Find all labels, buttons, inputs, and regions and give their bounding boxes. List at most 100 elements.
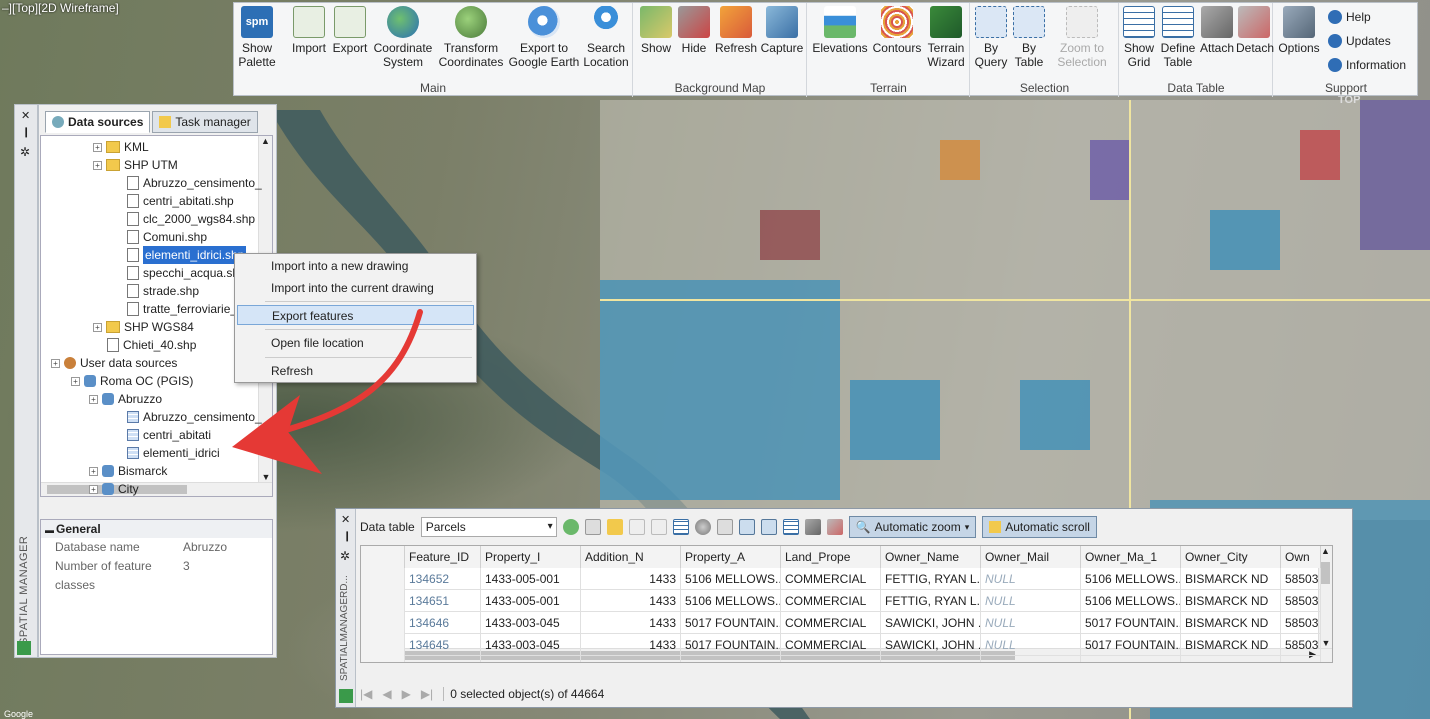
table-row[interactable]: 1346401433-004-00514335013 FOUNTAIN...RE… [361,656,1321,662]
viewport-label[interactable]: –][Top][2D Wireframe] [2,1,119,15]
options-button[interactable]: Options [1276,6,1322,55]
gear-icon[interactable]: ✲ [20,145,30,159]
first-record-icon[interactable]: |◀ [360,687,372,701]
import-button[interactable]: Import [290,6,328,55]
show-palette-button[interactable]: spm Show Palette [238,6,276,69]
table-cell[interactable]: BISMARCK ND [1181,634,1281,656]
table-cell[interactable]: BISMARCK ND [1181,568,1281,590]
attach-button[interactable]: Attach [1198,6,1236,55]
row-header-cell[interactable] [361,634,405,656]
information-button[interactable]: Information [1328,58,1406,72]
select-features-icon[interactable] [606,519,623,535]
export-google-earth-button[interactable]: Export to Google Earth [508,6,580,69]
table-row[interactable]: 134646 1433-003-045 1433 5017 FOUNTAIN... CO… [361,612,1321,634]
table-cell[interactable]: 1433-005-001 [481,590,581,612]
table-cell[interactable]: 1433 [581,590,681,612]
table-cell[interactable]: FETTIG, RYAN L... [881,590,981,612]
grid-icon[interactable] [672,519,689,535]
show-grid-button[interactable]: Show Grid [1122,6,1156,69]
table-cell[interactable]: 58503 [1281,612,1321,634]
table-cell[interactable]: 1433 [581,656,681,662]
row-header-cell[interactable] [361,656,405,662]
column-header[interactable]: Owner_City [1181,546,1281,568]
table-cell[interactable]: 134646 [405,612,481,634]
table-cell[interactable]: 58503 [1281,590,1321,612]
tree-node[interactable]: Comuni.shp [127,228,207,246]
automatic-scroll-toggle[interactable]: Automatic scroll [982,516,1097,538]
table-row[interactable]: 134645 1433-003-045 1433 5017 FOUNTAIN... CO… [361,634,1321,656]
column-header[interactable]: Own [1281,546,1321,568]
menu-import-current-drawing[interactable]: Import into the current drawing [237,278,474,298]
table-cell[interactable]: 1433-004-005 [481,656,581,662]
table-cell[interactable]: 5013 FOUNTAIN... [681,656,781,662]
tree-node[interactable]: elementi_idrici [127,444,220,462]
tree-node[interactable]: + City [89,480,139,496]
tree-node[interactable]: Chieti_40.shp [107,336,196,354]
table-cell[interactable]: 5017 FOUNTAIN... [681,634,781,656]
zoom-to-selection-button[interactable]: Zoom to Selection [1051,6,1113,69]
table-cell[interactable]: 5017 FOUNTAIN... [1081,612,1181,634]
tree-node[interactable]: elementi_idrici.shp [127,246,247,264]
table-cell[interactable]: 1433-003-045 [481,612,581,634]
table-cell[interactable]: SAWICKI, JOHN ... [881,612,981,634]
table-cell[interactable]: 5017 FOUNTAIN... [681,612,781,634]
pin-icon[interactable]: ❙ [343,531,351,542]
automatic-zoom-toggle[interactable]: 🔍 Automatic zoom ▾ [848,516,977,538]
eraser-icon[interactable] [650,519,667,535]
attach-link-icon[interactable] [804,519,821,535]
menu-open-file-location[interactable]: Open file location [237,333,474,353]
column-header[interactable]: Owner_Ma_1 [1081,546,1181,568]
row-header-cell[interactable] [361,590,405,612]
table-cell[interactable]: 1433 [581,612,681,634]
column-header[interactable]: Property_A [681,546,781,568]
table-cell[interactable]: COMMERCIAL [781,568,881,590]
coordinate-system-button[interactable]: Coordinate System [372,6,434,69]
table-cell[interactable]: 5017 FOUNTAIN... [1081,634,1181,656]
tree-node[interactable]: Abruzzo_censimento_ [127,408,262,426]
pin-icon[interactable]: ❙ [22,127,30,138]
expand-icon[interactable]: + [89,484,98,494]
column-header[interactable]: Feature_ID [405,546,481,568]
table-cell[interactable]: 5013 FOUNTAIN... [1081,656,1181,662]
tree-node[interactable]: strade.shp [127,282,199,300]
previous-record-icon[interactable]: ◀ [382,687,391,701]
by-table-button[interactable]: By Table [1011,6,1047,69]
tree-scroll-up-icon[interactable]: ▲ [259,136,272,146]
last-record-icon[interactable]: ▶| [421,687,433,701]
column-header[interactable]: Property_I [481,546,581,568]
table-cell[interactable]: 134645 [405,634,481,656]
table-cell[interactable]: BISMARCK ND [1181,656,1281,662]
table-cell[interactable]: 5106 MELLOWS... [681,568,781,590]
help-button[interactable]: Help [1328,10,1371,24]
menu-export-features[interactable]: Export features [237,305,474,325]
transform-coordinates-button[interactable]: Transform Coordinates [438,6,504,69]
tree-node[interactable]: + SHP WGS84 [93,318,194,336]
row-header-cell[interactable] [361,612,405,634]
table-cell[interactable]: NULL [981,656,1081,662]
pan-icon[interactable] [760,519,777,535]
menu-import-new-drawing[interactable]: Import into a new drawing [237,256,474,276]
column-header[interactable]: Addition_N [581,546,681,568]
refresh-icon[interactable] [562,519,579,535]
menu-refresh[interactable]: Refresh [237,361,474,381]
detach-button[interactable]: Detach [1236,6,1274,55]
detach-link-icon[interactable] [826,519,843,535]
table-cell[interactable]: 58503 [1281,634,1321,656]
tab-data-sources[interactable]: Data sources [45,111,151,133]
expand-icon[interactable]: + [51,358,60,368]
zoom-extents-icon[interactable] [716,519,733,535]
grid-scroll-thumb[interactable] [1321,562,1330,584]
expand-icon[interactable]: + [89,466,98,476]
tree-node[interactable]: clc_2000_wgs84.shp [127,210,255,228]
expand-icon[interactable]: + [93,322,102,332]
table-cell[interactable]: SAWICKI, JOHN ... [881,634,981,656]
table-cell[interactable]: NULL [981,612,1081,634]
tree-node[interactable]: centri_abitati.shp [127,192,234,210]
collapse-icon[interactable]: ▬ [45,525,54,535]
tab-task-manager[interactable]: Task manager [152,111,258,133]
column-header[interactable]: Owner_Name [881,546,981,568]
table-cell[interactable]: 58503 [1281,656,1321,662]
by-query-button[interactable]: By Query [973,6,1009,69]
define-table-button[interactable]: Define Table [1158,6,1198,69]
table-view-icon[interactable] [584,519,601,535]
